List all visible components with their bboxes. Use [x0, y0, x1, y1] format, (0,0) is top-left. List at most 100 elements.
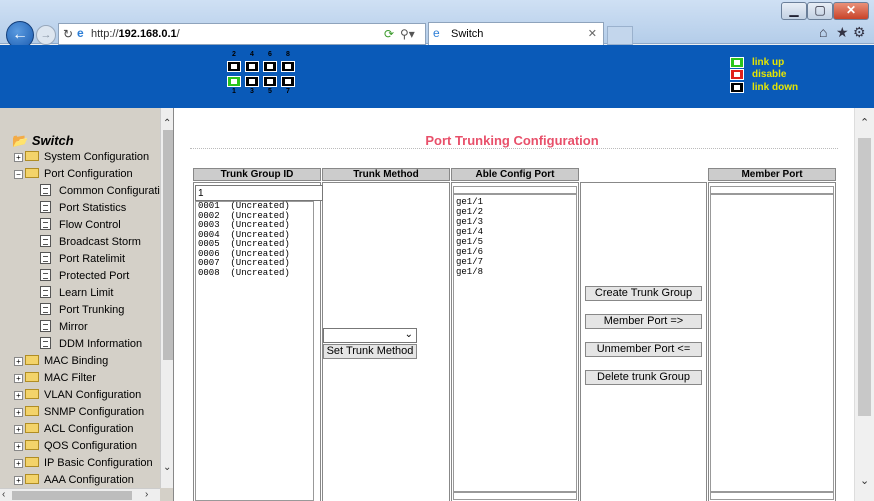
scrollbar-thumb[interactable] [12, 491, 132, 500]
collapse-minus-icon[interactable]: − [14, 170, 23, 179]
sidebar-item-broadcast-storm[interactable]: Broadcast Storm [40, 234, 141, 251]
sidebar-item-ip-basic-configuration[interactable]: + IP Basic Configuration [14, 455, 153, 472]
expand-plus-icon[interactable]: + [14, 442, 23, 451]
port-7-icon[interactable] [281, 76, 295, 87]
chevron-down-icon[interactable]: ⌄ [163, 462, 171, 473]
expand-plus-icon[interactable]: + [14, 153, 23, 162]
arrow-left-icon: ← [12, 26, 28, 43]
port-4-icon[interactable] [245, 61, 259, 72]
port-1-icon[interactable] [227, 76, 241, 87]
sidebar-item-mac-binding[interactable]: + MAC Binding [14, 353, 108, 370]
sidebar-item-port-configuration[interactable]: − Port Configuration [14, 166, 133, 183]
sidebar-item-vlan-configuration[interactable]: + VLAN Configuration [14, 387, 141, 404]
compatibility-view-icon[interactable]: ⟳ [384, 27, 394, 41]
browser-tab-switch[interactable]: e Switch ✕ [428, 22, 604, 45]
home-icon[interactable]: ⌂ [819, 24, 827, 40]
sidebar-item-mac-filter[interactable]: + MAC Filter [14, 370, 96, 387]
gear-icon[interactable]: ⚙ [853, 24, 866, 41]
member-port-listbox[interactable] [710, 194, 834, 492]
tab-title: Switch [451, 28, 484, 40]
sidebar-item-snmp-configuration[interactable]: + SNMP Configuration [14, 404, 144, 421]
favorites-star-icon[interactable]: ★ [836, 24, 849, 41]
member-port-header-cell [710, 186, 834, 194]
document-icon [40, 303, 51, 315]
expand-plus-icon[interactable]: + [14, 476, 23, 485]
list-item[interactable]: ge1/4 [454, 227, 576, 237]
scrollbar-thumb[interactable] [163, 130, 173, 360]
set-trunk-method-button[interactable]: Set Trunk Method [323, 344, 417, 359]
port-8-icon[interactable] [281, 61, 295, 72]
expand-plus-icon[interactable]: + [14, 357, 23, 366]
search-icon[interactable]: ⚲▾ [400, 27, 415, 41]
sidebar-item-qos-configuration[interactable]: + QOS Configuration [14, 438, 137, 455]
expand-plus-icon[interactable]: + [14, 408, 23, 417]
main-vertical-scrollbar[interactable]: ⌃ ⌄ [854, 108, 874, 501]
expand-plus-icon[interactable]: + [14, 374, 23, 383]
port-5-icon[interactable] [263, 76, 277, 87]
create-trunk-group-button[interactable]: Create Trunk Group [585, 286, 702, 301]
document-icon [40, 184, 51, 196]
url-text[interactable]: http://192.168.0.1/ [91, 28, 180, 40]
main-content: Port Trunking Configuration Trunk Group … [174, 108, 874, 501]
list-item[interactable]: 0008 (Uncreated) [196, 268, 313, 279]
sidebar-vertical-scrollbar[interactable]: ⌃ ⌄ [160, 108, 173, 488]
expand-plus-icon[interactable]: + [14, 425, 23, 434]
chevron-up-icon[interactable]: ⌃ [163, 118, 171, 129]
chevron-left-icon[interactable]: ‹ [2, 489, 5, 500]
sidebar-item-common-configuration[interactable]: Common Configuratio [40, 183, 160, 200]
folder-icon [25, 355, 39, 365]
new-tab-button[interactable] [607, 26, 633, 45]
list-item[interactable]: ge1/7 [454, 257, 576, 267]
sidebar-item-port-ratelimit[interactable]: Port Ratelimit [40, 251, 125, 268]
maximize-button[interactable]: ▢ [807, 2, 833, 20]
close-window-button[interactable]: ✕ [833, 2, 869, 20]
tree-root-switch[interactable]: 📂 Switch [12, 133, 74, 149]
sidebar-item-protected-port[interactable]: Protected Port [40, 268, 129, 285]
port-3-icon[interactable] [245, 76, 259, 87]
chevron-up-icon[interactable]: ⌃ [860, 116, 869, 129]
scrollbar-thumb[interactable] [858, 138, 871, 416]
sidebar-item-learn-limit[interactable]: Learn Limit [40, 285, 113, 302]
sidebar-item-flow-control[interactable]: Flow Control [40, 217, 121, 234]
trunk-group-listbox[interactable]: 0001 (Uncreated) 0002 (Uncreated) 0003 (… [195, 201, 314, 501]
trunk-group-id-input[interactable] [195, 185, 323, 201]
expand-plus-icon[interactable]: + [14, 391, 23, 400]
list-item[interactable]: ge1/3 [454, 217, 576, 227]
chevron-right-icon[interactable]: › [145, 489, 148, 500]
list-item[interactable]: ge1/2 [454, 207, 576, 217]
sidebar-item-port-trunking[interactable]: Port Trunking [40, 302, 124, 319]
sidebar-item-mirror[interactable]: Mirror [40, 319, 88, 336]
chevron-down-icon[interactable]: ⌄ [860, 474, 869, 487]
sidebar-item-system-configuration[interactable]: + System Configuration [14, 149, 149, 166]
open-folder-icon: 📂 [12, 133, 29, 148]
sidebar-item-ddm-information[interactable]: DDM Information [40, 336, 142, 353]
able-config-port-listbox[interactable]: ge1/1 ge1/2 ge1/3 ge1/4 ge1/5 ge1/6 ge1/… [453, 194, 577, 492]
forward-button[interactable]: → [36, 25, 56, 45]
port-6-icon[interactable] [263, 61, 277, 72]
list-item[interactable]: ge1/8 [454, 267, 576, 277]
reload-icon[interactable]: ↻ [63, 27, 73, 41]
address-bar[interactable]: ↻ e http://192.168.0.1/ ⟳ ⚲▾ [58, 23, 426, 45]
folder-icon [25, 423, 39, 433]
sidebar-horizontal-scrollbar[interactable]: ‹ › [0, 488, 160, 501]
sidebar-item-acl-configuration[interactable]: + ACL Configuration [14, 421, 133, 438]
page-title: Port Trunking Configuration [425, 133, 599, 148]
sidebar-item-aaa-configuration[interactable]: + AAA Configuration [14, 472, 134, 488]
folder-icon [25, 389, 39, 399]
member-port-button[interactable]: Member Port => [585, 314, 702, 329]
sidebar-item-port-statistics[interactable]: Port Statistics [40, 200, 126, 217]
trunk-method-select[interactable]: ⌄ [323, 328, 417, 343]
expand-plus-icon[interactable]: + [14, 459, 23, 468]
list-item[interactable]: ge1/1 [454, 197, 576, 207]
list-item[interactable]: ge1/5 [454, 237, 576, 247]
folder-icon [25, 474, 39, 484]
document-icon [40, 286, 51, 298]
tab-close-icon[interactable]: ✕ [588, 27, 597, 40]
port-2-icon[interactable] [227, 61, 241, 72]
unmember-port-button[interactable]: Unmember Port <= [585, 342, 702, 357]
minimize-button[interactable]: ▁ [781, 2, 807, 20]
link-up-legend-icon [730, 57, 744, 68]
port-number-label: 8 [286, 51, 290, 58]
delete-trunk-group-button[interactable]: Delete trunk Group [585, 370, 702, 385]
list-item[interactable]: ge1/6 [454, 247, 576, 257]
